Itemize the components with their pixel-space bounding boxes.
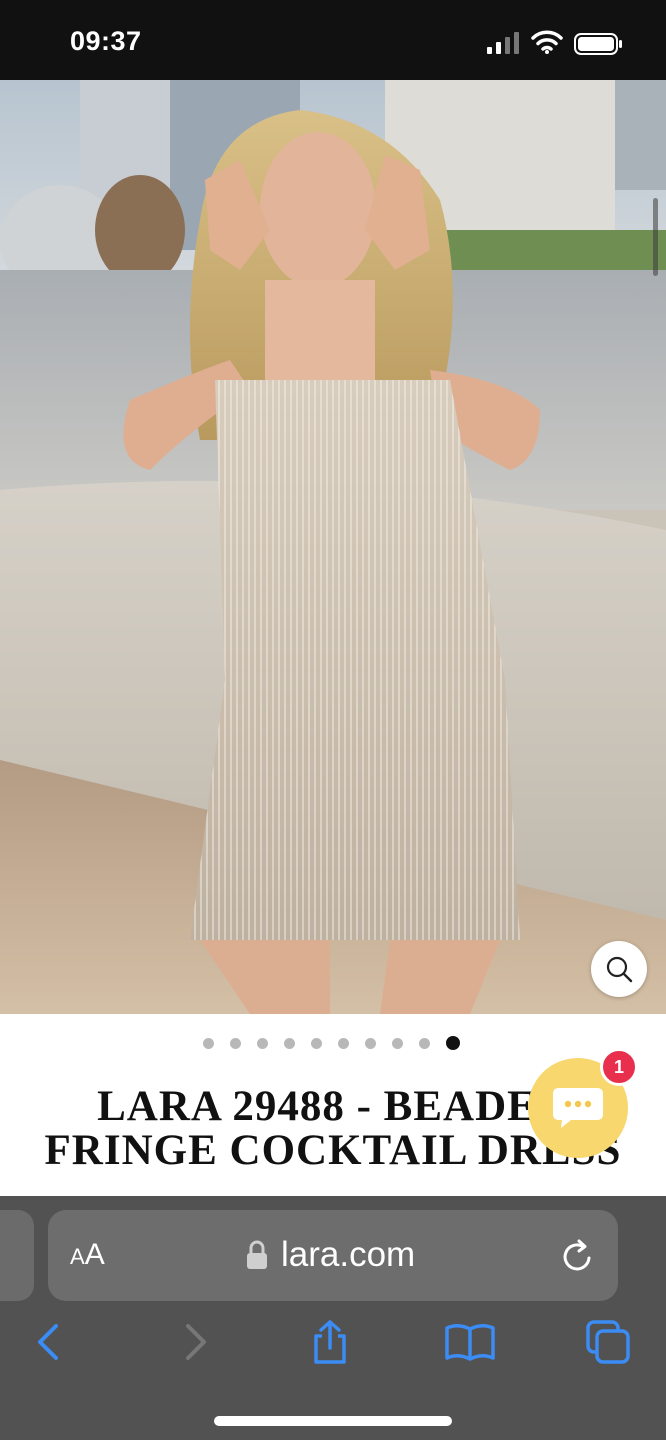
home-indicator[interactable] — [214, 1416, 452, 1426]
chevron-left-icon[interactable] — [26, 1318, 74, 1366]
carousel-dot[interactable] — [338, 1038, 349, 1049]
cellular-signal-icon — [487, 32, 519, 54]
carousel-dot[interactable] — [203, 1038, 214, 1049]
previous-tab-preview[interactable] — [0, 1210, 34, 1301]
carousel-dot[interactable] — [446, 1036, 460, 1050]
tabs-icon[interactable] — [584, 1318, 632, 1366]
chat-bubble-icon — [553, 1088, 603, 1128]
carousel-dot[interactable] — [419, 1038, 430, 1049]
chat-unread-badge: 1 — [600, 1048, 638, 1086]
status-bar: 09:37 — [0, 0, 666, 80]
carousel-dot[interactable] — [257, 1038, 268, 1049]
reload-icon[interactable] — [560, 1238, 596, 1274]
wifi-icon — [531, 30, 563, 54]
reader-text-size-button[interactable]: AA — [70, 1238, 105, 1272]
scroll-indicator — [653, 198, 658, 276]
product-photo-illustration — [0, 80, 666, 1014]
product-photo[interactable] — [0, 80, 666, 1014]
carousel-dots — [203, 1036, 460, 1050]
battery-icon — [574, 33, 622, 55]
aa-small: A — [70, 1244, 85, 1269]
status-time: 09:37 — [70, 26, 142, 56]
magnifier-icon — [606, 956, 633, 983]
book-icon[interactable] — [444, 1318, 496, 1366]
phone-screen: 09:37 LARA 29488 - BEADED FRINGE COCKTAI… — [0, 0, 666, 1440]
carousel-dot[interactable] — [230, 1038, 241, 1049]
carousel-dot[interactable] — [392, 1038, 403, 1049]
carousel-pagination — [0, 1036, 666, 1053]
aa-big: A — [84, 1238, 105, 1271]
lock-icon — [247, 1240, 267, 1269]
share-icon[interactable] — [306, 1318, 354, 1366]
address-bar[interactable]: AA lara.com — [48, 1210, 618, 1301]
zoom-button[interactable] — [591, 941, 647, 997]
carousel-dot[interactable] — [311, 1038, 322, 1049]
browser-toolbar: AA lara.com — [0, 1196, 666, 1440]
chevron-right-icon[interactable] — [170, 1318, 218, 1366]
url-text: lara.com — [281, 1235, 416, 1274]
carousel-dot[interactable] — [284, 1038, 295, 1049]
carousel-dot[interactable] — [365, 1038, 376, 1049]
